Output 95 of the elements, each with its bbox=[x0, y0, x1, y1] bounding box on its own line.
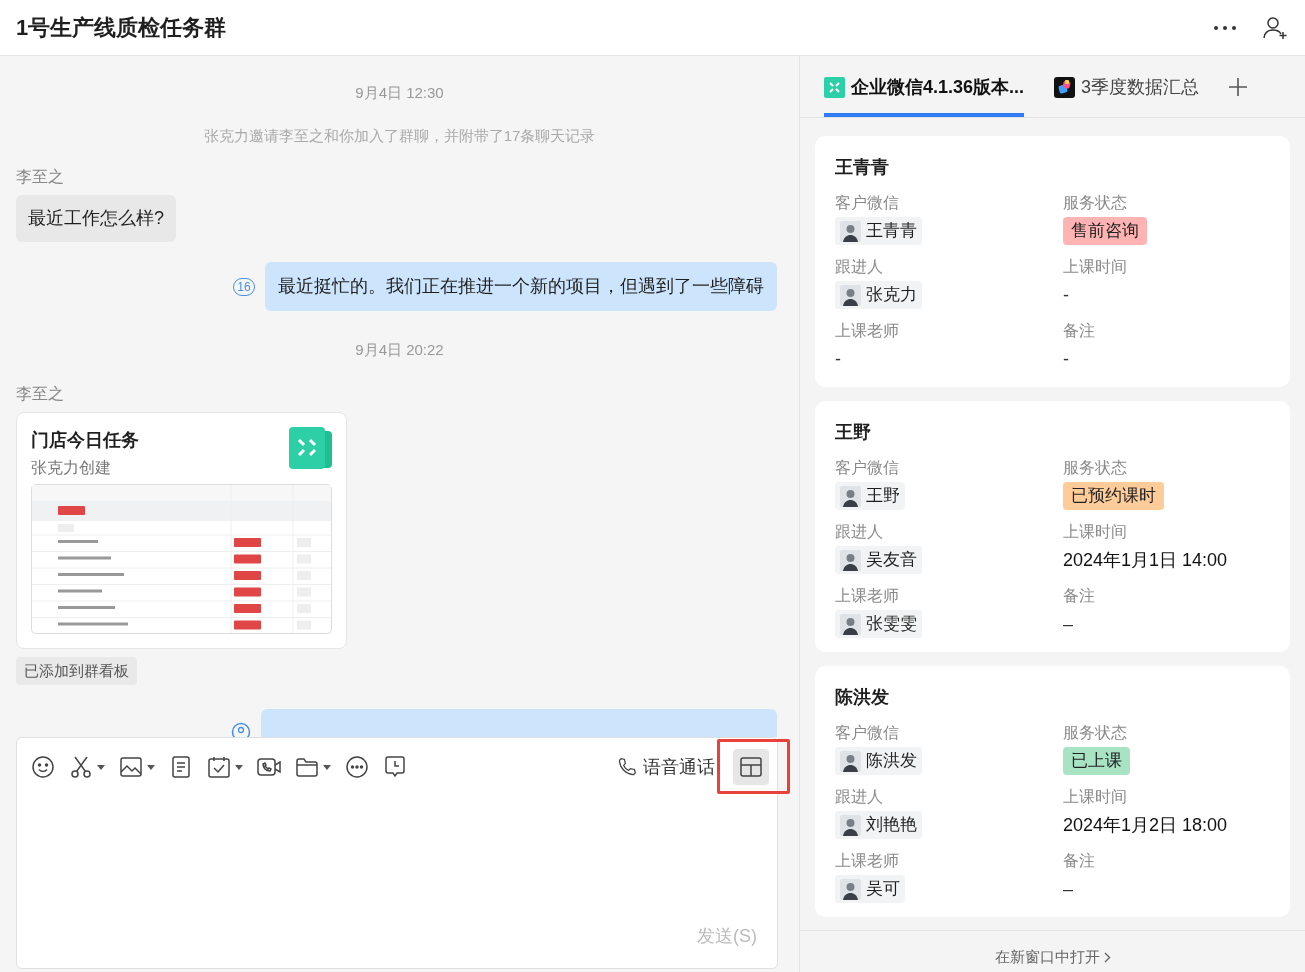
caret-icon[interactable] bbox=[147, 764, 155, 770]
avatar-icon bbox=[840, 814, 861, 836]
open-in-new-window-link[interactable]: 在新窗口中打开 bbox=[994, 934, 1111, 969]
person-name: 刘艳艳 bbox=[866, 814, 917, 837]
person-name: 张雯雯 bbox=[866, 613, 917, 636]
field-label: 上课老师 bbox=[835, 851, 899, 871]
field-label: 客户微信 bbox=[835, 723, 899, 743]
person-name: 吴可 bbox=[866, 878, 900, 901]
timestamp: 9月4日 12:30 bbox=[355, 83, 444, 103]
sheet-app-icon bbox=[289, 426, 332, 470]
field-value: 2024年1月2日 18:00 bbox=[1063, 813, 1228, 837]
document-icon[interactable] bbox=[169, 755, 193, 779]
field-label: 备注 bbox=[1063, 586, 1095, 606]
field-label: 上课老师 bbox=[835, 586, 899, 606]
person-chip[interactable]: 吴友音 bbox=[835, 546, 922, 574]
person-name: 王青青 bbox=[866, 220, 917, 243]
status-tag: 已预约课时 bbox=[1063, 482, 1164, 510]
field-label: 上课时间 bbox=[1063, 257, 1127, 277]
more-icon[interactable] bbox=[1213, 24, 1237, 31]
image-icon[interactable] bbox=[119, 755, 143, 779]
caret-icon[interactable] bbox=[235, 764, 243, 770]
status-tag: 已上课 bbox=[1063, 747, 1130, 775]
video-call-icon[interactable] bbox=[257, 755, 281, 779]
emoji-icon[interactable] bbox=[31, 755, 55, 779]
phone-icon bbox=[617, 757, 637, 777]
scissors-icon[interactable] bbox=[69, 755, 93, 779]
field-value: - bbox=[1063, 347, 1069, 371]
avatar-icon bbox=[840, 878, 861, 900]
document-card[interactable]: 门店今日任务 张克力创建 bbox=[16, 411, 347, 649]
caret-icon[interactable] bbox=[323, 764, 331, 770]
add-tab-icon[interactable] bbox=[1229, 78, 1248, 96]
sender-name: 李至之 bbox=[16, 383, 64, 404]
timestamp: 9月4日 20:22 bbox=[355, 340, 444, 360]
field-label: 跟进人 bbox=[835, 257, 883, 277]
chevron-right-icon bbox=[1103, 952, 1111, 963]
person-name: 陈洪发 bbox=[866, 750, 917, 773]
message-bubble: 最近挺忙的。我们正在推进一个新的项目，但遇到了一些障碍 bbox=[265, 262, 777, 311]
field-value: 2024年1月1日 14:00 bbox=[1063, 548, 1228, 572]
person-chip[interactable]: 张雯雯 bbox=[835, 610, 922, 638]
caret-icon[interactable] bbox=[97, 764, 105, 770]
field-value: – bbox=[1063, 612, 1073, 636]
field-value: – bbox=[1063, 877, 1073, 901]
system-message: 张克力邀请李至之和你加入了群聊，并附带了17条聊天记录 bbox=[203, 125, 596, 146]
chat-title: 1号生产线质检任务群 bbox=[16, 14, 227, 42]
field-label: 服务状态 bbox=[1063, 193, 1127, 213]
message-composer[interactable]: 语音通话 发送(S) bbox=[16, 737, 778, 969]
layout-icon bbox=[740, 757, 762, 777]
card-subtitle: 张克力创建 bbox=[31, 457, 112, 478]
avatar-icon bbox=[840, 284, 861, 306]
field-label: 上课时间 bbox=[1063, 787, 1127, 807]
person-chip[interactable]: 王青青 bbox=[835, 217, 922, 245]
record-name: 陈洪发 bbox=[835, 686, 890, 709]
folder-icon[interactable] bbox=[295, 755, 319, 779]
tab[interactable]: 企业微信4.1.36版本... bbox=[824, 61, 1025, 117]
sheet-icon bbox=[824, 76, 845, 98]
app-icon bbox=[1054, 76, 1076, 98]
field-label: 上课时间 bbox=[1063, 522, 1127, 542]
board-notice-tag: 已添加到群看板 bbox=[16, 656, 137, 685]
person-chip[interactable]: 陈洪发 bbox=[835, 747, 922, 775]
field-label: 跟进人 bbox=[835, 522, 883, 542]
status-tag: 售前咨询 bbox=[1063, 217, 1147, 245]
field-value: - bbox=[1063, 283, 1069, 307]
more-icon[interactable] bbox=[345, 755, 369, 779]
voice-call-button[interactable]: 语音通话 bbox=[617, 753, 715, 781]
person-chip[interactable]: 刘艳艳 bbox=[835, 811, 922, 839]
field-label: 服务状态 bbox=[1063, 723, 1127, 743]
person-chip[interactable]: 王野 bbox=[835, 482, 905, 510]
person-name: 王野 bbox=[866, 485, 900, 508]
field-value: - bbox=[835, 347, 841, 371]
card-title: 门店今日任务 bbox=[31, 428, 139, 452]
field-label: 备注 bbox=[1063, 321, 1095, 341]
avatar-icon bbox=[840, 485, 861, 507]
add-member-icon[interactable] bbox=[1263, 15, 1289, 40]
field-label: 上课老师 bbox=[835, 321, 899, 341]
person-chip[interactable]: 吴可 bbox=[835, 875, 905, 903]
field-label: 跟进人 bbox=[835, 787, 883, 807]
calendar-check-icon[interactable] bbox=[207, 755, 231, 779]
avatar-icon bbox=[840, 549, 861, 571]
person-name: 张克力 bbox=[866, 284, 917, 307]
field-label: 客户微信 bbox=[835, 458, 899, 478]
tab[interactable]: 3季度数据汇总 bbox=[1054, 61, 1200, 117]
person-chip[interactable]: 张克力 bbox=[835, 281, 922, 309]
person-name: 吴友音 bbox=[866, 549, 917, 572]
avatar-icon bbox=[840, 750, 861, 772]
avatar-icon bbox=[840, 613, 861, 635]
sender-name: 李至之 bbox=[16, 167, 64, 187]
chat-clock-icon[interactable] bbox=[383, 755, 407, 779]
layout-button[interactable] bbox=[733, 749, 769, 785]
record-name: 王青青 bbox=[835, 156, 890, 179]
message-bubble: 最近工作怎么样? bbox=[16, 195, 176, 242]
avatar-icon bbox=[840, 220, 861, 242]
record-name: 王野 bbox=[835, 421, 872, 444]
field-label: 客户微信 bbox=[835, 193, 899, 213]
field-label: 备注 bbox=[1063, 851, 1095, 871]
field-label: 服务状态 bbox=[1063, 458, 1127, 478]
